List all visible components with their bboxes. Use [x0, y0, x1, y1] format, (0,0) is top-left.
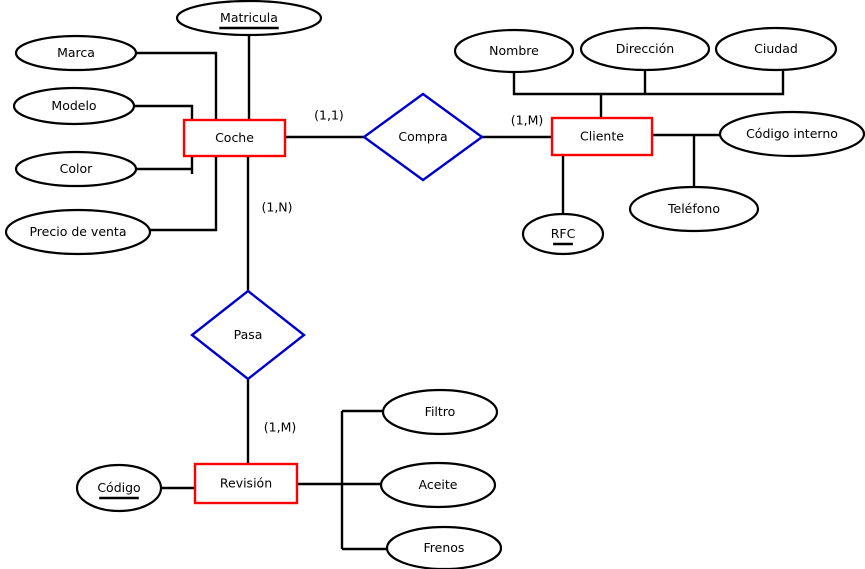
attribute-precio-de-venta[interactable]: Precio de venta [4, 208, 152, 256]
attribute-label: Color [60, 161, 93, 176]
cardinality-coche_compra: (1,1) [314, 108, 344, 123]
attribute-ciudad[interactable]: Ciudad [714, 26, 838, 72]
attribute-matricula[interactable]: Matricula [175, 0, 323, 37]
attribute-label: Modelo [51, 98, 96, 113]
entity-label: Revisión [220, 476, 272, 491]
attribute-label: Dirección [616, 41, 674, 56]
relationship-pasa[interactable]: Pasa [190, 289, 306, 381]
attribute-layer: Matricula Marca Modelo Color Precio de venta… [4, 0, 865, 569]
attribute-label: Precio de venta [29, 224, 126, 239]
entity-coche[interactable]: Coche [182, 118, 287, 158]
attribute-label: Código interno [746, 126, 838, 141]
cardinality-compra_cliente: (1,M) [511, 113, 543, 128]
entity-cliente[interactable]: Cliente [550, 116, 654, 157]
attribute-label: Código [97, 480, 140, 495]
connector-precio-to-bus [150, 156, 218, 232]
attribute-rfc[interactable]: RFC [521, 212, 605, 256]
attribute-label: Aceite [419, 477, 458, 492]
relationship-label: Pasa [234, 327, 263, 342]
attribute-marca[interactable]: Marca [14, 34, 138, 72]
er-diagram-canvas: Matricula Marca Modelo Color Precio de venta… [0, 0, 865, 569]
attribute-codigo-interno[interactable]: Código interno [718, 110, 865, 158]
relationship-compra[interactable]: Compra [361, 92, 485, 182]
attribute-direccion[interactable]: Dirección [579, 26, 711, 72]
attribute-aceite[interactable]: Aceite [379, 461, 497, 509]
attribute-label: Ciudad [754, 41, 798, 56]
attribute-label: Marca [57, 45, 95, 60]
attribute-label: Nombre [489, 43, 539, 58]
attribute-frenos[interactable]: Frenos [385, 525, 503, 569]
attribute-modelo[interactable]: Modelo [12, 86, 136, 126]
attribute-nombre[interactable]: Nombre [453, 28, 575, 74]
entity-revision[interactable]: Revisión [193, 462, 299, 505]
attribute-label: Filtro [425, 404, 456, 419]
attribute-label: RFC [551, 226, 576, 241]
connector-marca-to-bus [136, 51, 218, 120]
attribute-label: Matricula [220, 10, 278, 25]
attribute-color[interactable]: Color [14, 150, 138, 188]
cardinality-pasa_revision: (1,M) [264, 420, 296, 435]
entity-label: Cliente [580, 129, 624, 144]
relationship-label: Compra [398, 129, 447, 144]
cardinality-coche_pasa: (1,N) [261, 200, 292, 215]
attribute-telefono[interactable]: Teléfono [628, 185, 760, 233]
attribute-label: Frenos [424, 540, 465, 555]
attribute-filtro[interactable]: Filtro [381, 388, 499, 436]
attribute-codigo[interactable]: Código [75, 463, 163, 513]
attribute-label: Teléfono [667, 201, 720, 216]
connector-nombre-to-bus [512, 70, 785, 96]
entity-label: Coche [215, 130, 254, 145]
